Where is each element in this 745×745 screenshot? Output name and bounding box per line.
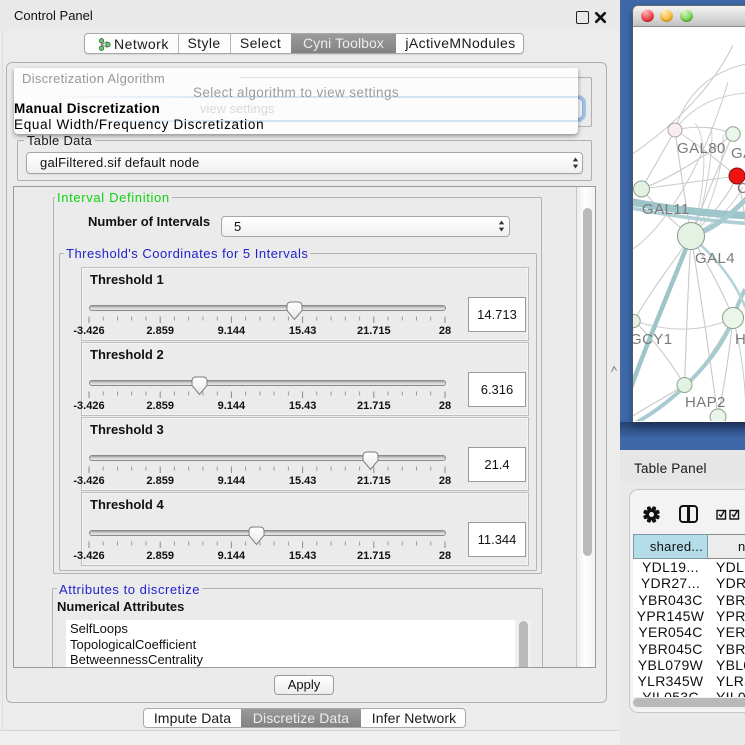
svg-text:GCY1: GCY1 <box>633 331 672 348</box>
svg-text:GAL4: GAL4 <box>695 250 735 267</box>
svg-text:HAP2: HAP2 <box>685 394 726 411</box>
svg-text:GAL80: GAL80 <box>677 140 726 157</box>
svg-text:HI: HI <box>735 331 745 348</box>
svg-text:GAL11: GAL11 <box>642 201 690 218</box>
svg-text:GAL: GAL <box>731 145 745 162</box>
svg-text:CI: CI <box>737 180 745 197</box>
